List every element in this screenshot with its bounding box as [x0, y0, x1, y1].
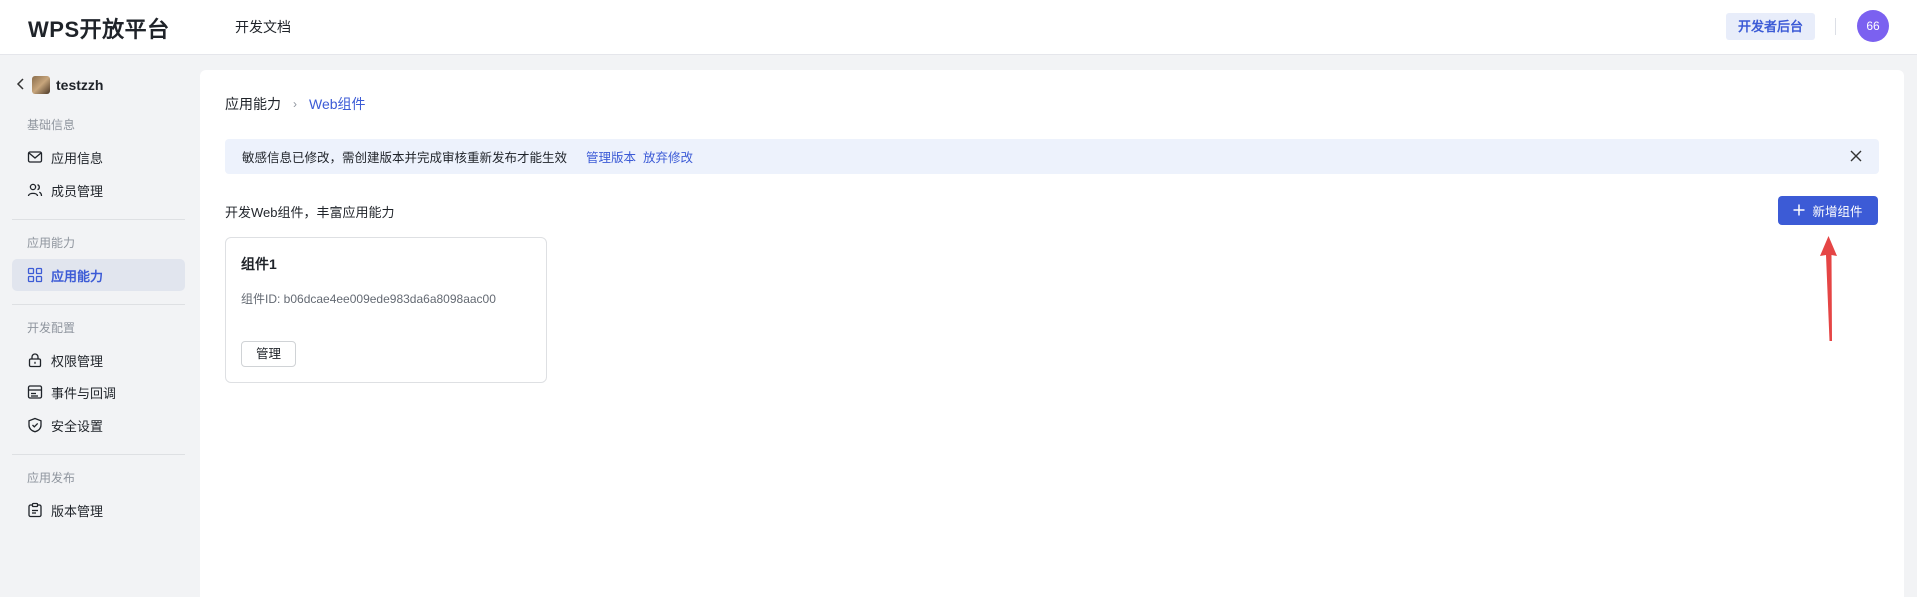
developer-console-button[interactable]: 开发者后台: [1726, 13, 1816, 40]
sidebar-item-label: 成员管理: [51, 183, 104, 199]
section-description: 开发Web组件，丰富应用能力: [225, 205, 395, 220]
sidebar-item-capability[interactable]: 应用能力: [12, 259, 185, 291]
plus-icon: [1793, 202, 1805, 219]
group-title-capability: 应用能力: [27, 236, 76, 250]
close-icon[interactable]: [1849, 149, 1863, 163]
event-icon: [27, 384, 43, 400]
manage-version-link[interactable]: 管理版本: [586, 147, 636, 166]
shield-icon: [27, 417, 43, 433]
annotation-arrow-icon: [1820, 236, 1837, 341]
breadcrumb-separator-icon: ›: [293, 97, 297, 111]
breadcrumb-parent-link[interactable]: 应用能力: [225, 94, 281, 114]
app-name: testzzh: [56, 77, 104, 93]
top-bar: WPS开放平台 开发文档 开发者后台 66: [0, 0, 1917, 55]
nav-dev-docs-link[interactable]: 开发文档: [235, 17, 291, 37]
sidebar-divider: [12, 219, 185, 220]
breadcrumb-current: Web组件: [309, 96, 366, 112]
sidebar-item-permissions[interactable]: 权限管理: [12, 344, 185, 376]
notice-banner: 敏感信息已修改，需创建版本并完成审核重新发布才能生效 管理版本 放弃修改: [225, 139, 1879, 174]
sidebar-item-label: 版本管理: [51, 503, 104, 519]
app-avatar: [32, 76, 50, 94]
sidebar-item-events[interactable]: 事件与回调: [12, 376, 185, 408]
sidebar-item-label: 安全设置: [51, 418, 104, 434]
lock-icon: [27, 352, 43, 368]
sidebar: testzzh 基础信息 应用信息 成员管理 应用能力 应用能力 开发配置 权限…: [0, 56, 198, 597]
mail-icon: [27, 149, 43, 165]
user-avatar[interactable]: 66: [1857, 10, 1889, 42]
sidebar-item-label: 应用信息: [51, 150, 104, 166]
group-title-basic: 基础信息: [27, 118, 76, 132]
header-divider: [1835, 18, 1836, 35]
sidebar-item-label: 应用能力: [51, 268, 104, 284]
sidebar-item-label: 事件与回调: [51, 385, 117, 401]
add-component-label: 新增组件: [1812, 205, 1863, 219]
group-title-dev-config: 开发配置: [27, 321, 76, 335]
back-chevron-icon[interactable]: [16, 77, 26, 93]
manage-button[interactable]: 管理: [241, 341, 296, 367]
sidebar-item-app-info[interactable]: 应用信息: [12, 141, 185, 173]
sidebar-divider: [12, 304, 185, 305]
component-card: 组件1 组件ID: b06dcae4ee009ede983da6a8098aac…: [225, 237, 547, 383]
version-icon: [27, 502, 43, 518]
component-name: 组件1: [241, 256, 277, 272]
main-content: 应用能力 › Web组件 敏感信息已修改，需创建版本并完成审核重新发布才能生效 …: [200, 70, 1904, 597]
platform-logo[interactable]: WPS开放平台: [28, 12, 170, 44]
breadcrumb: 应用能力 › Web组件: [225, 94, 366, 114]
sidebar-item-members[interactable]: 成员管理: [12, 174, 185, 206]
component-id: 组件ID: b06dcae4ee009ede983da6a8098aac00: [241, 292, 496, 306]
group-title-release: 应用发布: [27, 471, 76, 485]
sidebar-item-label: 权限管理: [51, 353, 104, 369]
add-component-button[interactable]: 新增组件: [1778, 196, 1878, 225]
sidebar-item-security[interactable]: 安全设置: [12, 409, 185, 441]
notice-message: 敏感信息已修改，需创建版本并完成审核重新发布才能生效: [242, 151, 568, 165]
grid-icon: [27, 267, 43, 283]
members-icon: [27, 182, 43, 198]
discard-changes-link[interactable]: 放弃修改: [643, 147, 693, 166]
sidebar-item-versions[interactable]: 版本管理: [12, 494, 185, 526]
app-header: testzzh: [16, 75, 103, 95]
sidebar-divider: [12, 454, 185, 455]
